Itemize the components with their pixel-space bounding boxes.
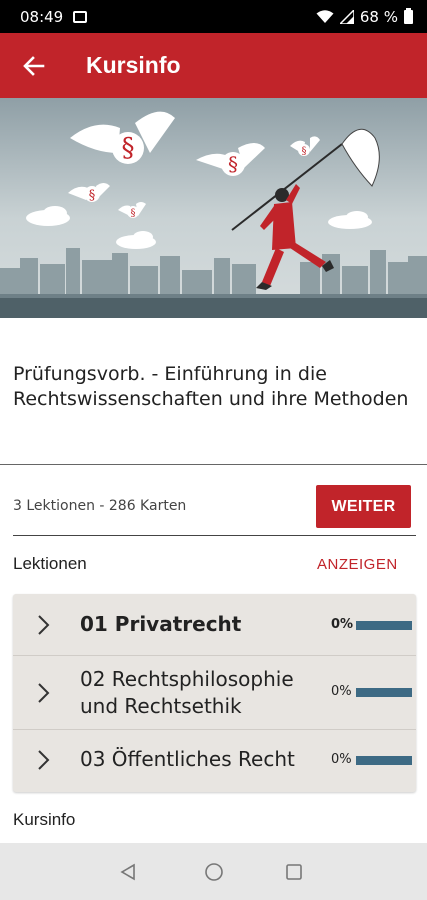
course-title: Prüfungsvorb. - Einführung in die Rechts… bbox=[13, 363, 409, 410]
lesson-item-oeffentliches-recht[interactable]: 03 Öffentliches Recht 0% bbox=[13, 730, 416, 792]
nav-recents-button[interactable] bbox=[264, 843, 324, 900]
lesson-progress-bar bbox=[356, 756, 412, 765]
course-info-heading: Kursinfo bbox=[13, 810, 76, 829]
lesson-progress-bar bbox=[356, 621, 412, 630]
divider bbox=[13, 535, 416, 536]
svg-text:§: § bbox=[228, 152, 238, 176]
chevron-right-icon bbox=[38, 683, 50, 703]
lesson-item-privatrecht[interactable]: 01 Privatrecht 0% bbox=[13, 594, 416, 655]
nav-home-button[interactable] bbox=[184, 843, 244, 900]
battery-icon bbox=[404, 7, 413, 24]
lesson-name: 01 Privatrecht bbox=[80, 612, 242, 636]
app-bar: Kursinfo bbox=[0, 33, 427, 98]
continue-button[interactable]: WEITER bbox=[316, 485, 411, 528]
system-nav-bar bbox=[0, 843, 427, 900]
nav-back-button[interactable] bbox=[98, 843, 158, 900]
course-hero-image: § § § § § bbox=[0, 98, 427, 318]
arrow-back-icon bbox=[23, 55, 45, 76]
lesson-progress-label: 0% bbox=[331, 617, 354, 632]
back-button[interactable] bbox=[0, 33, 68, 98]
lessons-list: 01 Privatrecht 0% 02 Rechtsphilosophie u… bbox=[13, 594, 416, 792]
wifi-icon bbox=[316, 9, 334, 23]
lessons-heading: Lektionen bbox=[13, 554, 87, 573]
lesson-name: 03 Öffentliches Recht bbox=[80, 747, 295, 771]
lesson-progress-label: 0% bbox=[331, 752, 352, 767]
svg-text:§: § bbox=[302, 146, 307, 157]
cell-signal-icon bbox=[339, 9, 354, 24]
svg-text:§: § bbox=[89, 188, 96, 203]
hero-illustration: § § § § § bbox=[0, 98, 427, 318]
gallery-notification-icon bbox=[73, 10, 88, 23]
nav-back-icon bbox=[120, 863, 135, 880]
course-meta: 3 Lektionen - 286 Karten bbox=[13, 498, 187, 514]
show-lessons-link[interactable]: ANZEIGEN bbox=[317, 556, 398, 573]
divider bbox=[0, 464, 427, 465]
status-bar: 08:49 68 % bbox=[0, 0, 427, 33]
status-time: 08:49 bbox=[20, 7, 64, 26]
svg-text:§: § bbox=[131, 208, 136, 219]
lesson-name: 02 Rechtsphilosophie und Rechtsethik bbox=[80, 667, 294, 718]
chevron-right-icon bbox=[38, 750, 50, 770]
svg-text:§: § bbox=[122, 133, 135, 163]
status-right: 68 % bbox=[316, 7, 413, 26]
nav-recents-icon bbox=[286, 863, 302, 880]
lesson-progress-bar bbox=[356, 688, 412, 697]
nav-home-icon bbox=[205, 862, 223, 881]
battery-percent: 68 % bbox=[359, 7, 398, 26]
lesson-item-rechtsphilosophie[interactable]: 02 Rechtsphilosophie und Rechtsethik 0% bbox=[13, 656, 416, 729]
page-title: Kursinfo bbox=[86, 52, 181, 78]
chevron-right-icon bbox=[38, 615, 50, 635]
lesson-progress-label: 0% bbox=[331, 684, 352, 699]
